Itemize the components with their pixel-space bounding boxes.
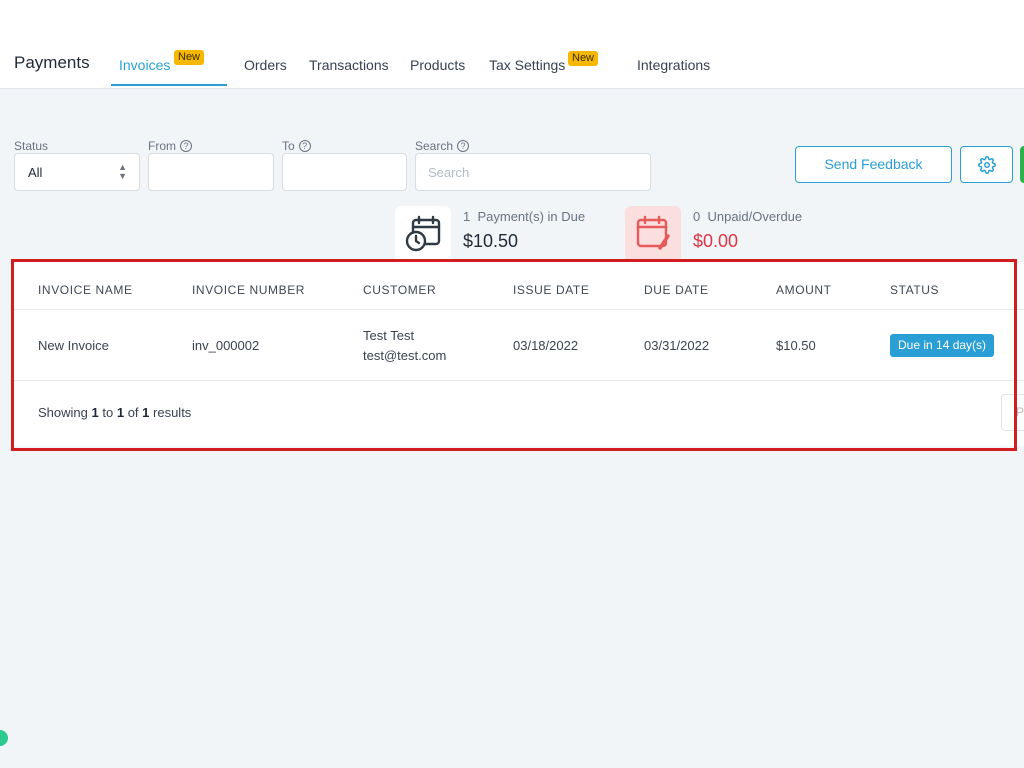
customer-name-cell: Test Test xyxy=(363,328,415,343)
status-badge: Due in 14 day(s) xyxy=(890,334,995,357)
unpaid-overdue-label: 0 Unpaid/Overdue xyxy=(693,209,803,224)
chat-widget-icon[interactable] xyxy=(0,730,8,746)
column-header-invoice-name[interactable]: INVOICE NAME xyxy=(38,283,133,297)
column-header-due-date[interactable]: DUE DATE xyxy=(644,283,709,297)
top-nav-bar: Payments Invoices New Orders Transaction… xyxy=(0,0,1024,89)
help-question-icon[interactable]: ? xyxy=(298,140,311,152)
column-header-amount[interactable]: AMOUNT xyxy=(776,283,832,297)
status-select[interactable]: All ▲ ▼ xyxy=(14,153,140,191)
status-filter-label: Status xyxy=(14,139,49,153)
amount-cell: $10.50 xyxy=(776,338,816,353)
table-header-divider xyxy=(14,309,1024,310)
tab-orders[interactable]: Orders xyxy=(244,57,287,73)
search-input[interactable] xyxy=(416,154,650,190)
calendar-edit-icon xyxy=(636,215,670,250)
payments-due-label: 1 Payment(s) in Due xyxy=(463,209,586,224)
unpaid-overdue-icon-box xyxy=(625,206,681,262)
tab-integrations[interactable]: Integrations xyxy=(637,57,710,73)
payments-due-amount: $10.50 xyxy=(463,231,519,251)
status-select-value: All xyxy=(28,165,43,180)
from-filter-label: From? xyxy=(148,139,192,153)
select-arrows-icon: ▲ ▼ xyxy=(118,162,127,181)
tab-invoices[interactable]: Invoices xyxy=(119,57,170,73)
primary-action-button[interactable] xyxy=(1020,146,1024,183)
page-title: Payments xyxy=(14,53,90,72)
invoice-name-cell[interactable]: New Invoice xyxy=(38,338,109,353)
settings-button[interactable] xyxy=(960,146,1013,183)
tab-products[interactable]: Products xyxy=(410,57,465,73)
send-feedback-button[interactable]: Send Feedback xyxy=(795,146,952,183)
from-date-field[interactable] xyxy=(148,153,274,191)
search-field[interactable] xyxy=(415,153,651,191)
from-date-input[interactable] xyxy=(149,154,273,190)
column-header-issue-date[interactable]: ISSUE DATE xyxy=(513,283,589,297)
to-date-field[interactable] xyxy=(282,153,407,191)
payments-due-icon-box xyxy=(395,206,451,262)
table-row-divider xyxy=(14,380,1024,381)
issue-date-cell: 03/18/2022 xyxy=(513,338,579,353)
pagination-control[interactable]: P xyxy=(1001,394,1024,431)
gear-icon xyxy=(977,155,996,174)
tab-tax-settings[interactable]: Tax Settings xyxy=(489,57,565,73)
column-header-customer[interactable]: CUSTOMER xyxy=(363,283,436,297)
unpaid-overdue-amount: $0.00 xyxy=(693,231,739,251)
due-date-cell: 03/31/2022 xyxy=(644,338,710,353)
invoice-number-cell: inv_000002 xyxy=(192,338,260,353)
invoices-new-badge: New xyxy=(174,50,205,65)
tax-settings-new-badge: New xyxy=(568,51,599,66)
active-tab-indicator xyxy=(111,84,227,86)
help-question-icon[interactable]: ? xyxy=(180,140,192,152)
column-header-invoice-number[interactable]: INVOICE NUMBER xyxy=(192,283,305,297)
column-header-status[interactable]: STATUS xyxy=(890,283,939,297)
tab-transactions[interactable]: Transactions xyxy=(309,57,389,73)
search-label: Search? xyxy=(415,139,470,153)
results-summary: Showing 1 to 1 of 1 results xyxy=(38,405,192,420)
help-question-icon[interactable]: ? xyxy=(457,140,470,152)
customer-email-cell: test@test.com xyxy=(363,348,447,363)
calendar-clock-icon xyxy=(405,215,441,252)
to-date-input[interactable] xyxy=(283,154,406,190)
to-filter-label: To? xyxy=(282,139,311,153)
